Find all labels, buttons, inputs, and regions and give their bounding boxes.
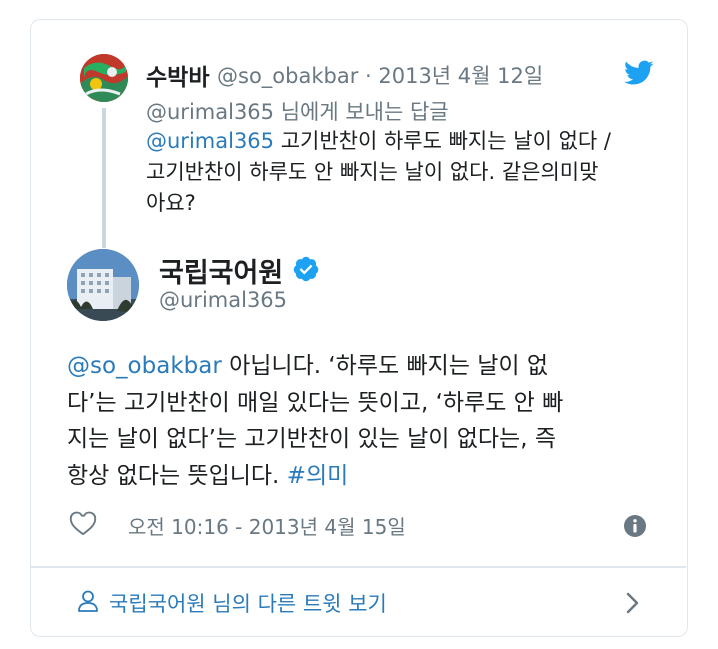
main-author-handle[interactable]: @urimal365: [159, 288, 287, 312]
more-tweets-link[interactable]: 국립국어원 님의 다른 트윗 보기: [109, 588, 387, 618]
reply-text-line3: 아요?: [146, 191, 196, 215]
embedded-tweet-card: 수박바 @so_obakbar · 2013년 4월 12일 @urimal36…: [30, 19, 688, 637]
verified-badge-icon: [292, 255, 320, 283]
reply-to-label: @urimal365 님에게 보내는 답글: [146, 100, 449, 124]
reply-tweet-text: @urimal365 고기반찬이 하루도 빠지는 날이 없다 / 고기반찬이 하…: [146, 126, 666, 219]
avatar-urimal365[interactable]: [67, 249, 139, 321]
person-icon[interactable]: [76, 589, 100, 613]
divider: [31, 566, 686, 568]
reply-text-line2: 고기반찬이 하루도 안 빠지는 날이 없다. 같은의미맞: [146, 160, 599, 184]
main-tweet-text: @so_obakbar 아닙니다. ‘하루도 빠지는 날이 없 다’는 고기반찬…: [67, 348, 657, 494]
twitter-bird-icon[interactable]: [624, 60, 654, 86]
mention-link[interactable]: @urimal365: [146, 129, 274, 153]
thread-connector: [102, 108, 106, 248]
chevron-right-icon[interactable]: [626, 592, 640, 614]
reply-text-line1: 고기반찬이 하루도 빠지는 날이 없다 /: [274, 129, 611, 153]
mention-link[interactable]: @so_obakbar: [67, 353, 222, 379]
main-text-line1: 아닙니다. ‘하루도 빠지는 날이 없: [221, 353, 549, 379]
tweet-timestamp[interactable]: 오전 10:16 - 2013년 4월 15일: [128, 511, 406, 540]
main-text-line3: 지는 날이 없다’는 고기반찬이 있는 날이 없다는, 즉: [67, 426, 556, 452]
info-icon[interactable]: [623, 514, 647, 538]
main-author-name[interactable]: 국립국어원: [159, 251, 283, 290]
hashtag-link[interactable]: #의미: [287, 463, 349, 489]
avatar-so-obakbar[interactable]: [80, 54, 128, 102]
heart-icon[interactable]: [69, 510, 97, 536]
reply-author-handle-date[interactable]: @so_obakbar · 2013년 4월 12일: [217, 60, 543, 90]
main-text-line4: 항상 없다는 뜻입니다.: [67, 462, 287, 489]
reply-author-name[interactable]: 수박바: [146, 58, 209, 92]
main-text-line2: 다’는 고기반찬이 매일 있다는 뜻이고, ‘하루도 안 빠: [67, 389, 564, 416]
